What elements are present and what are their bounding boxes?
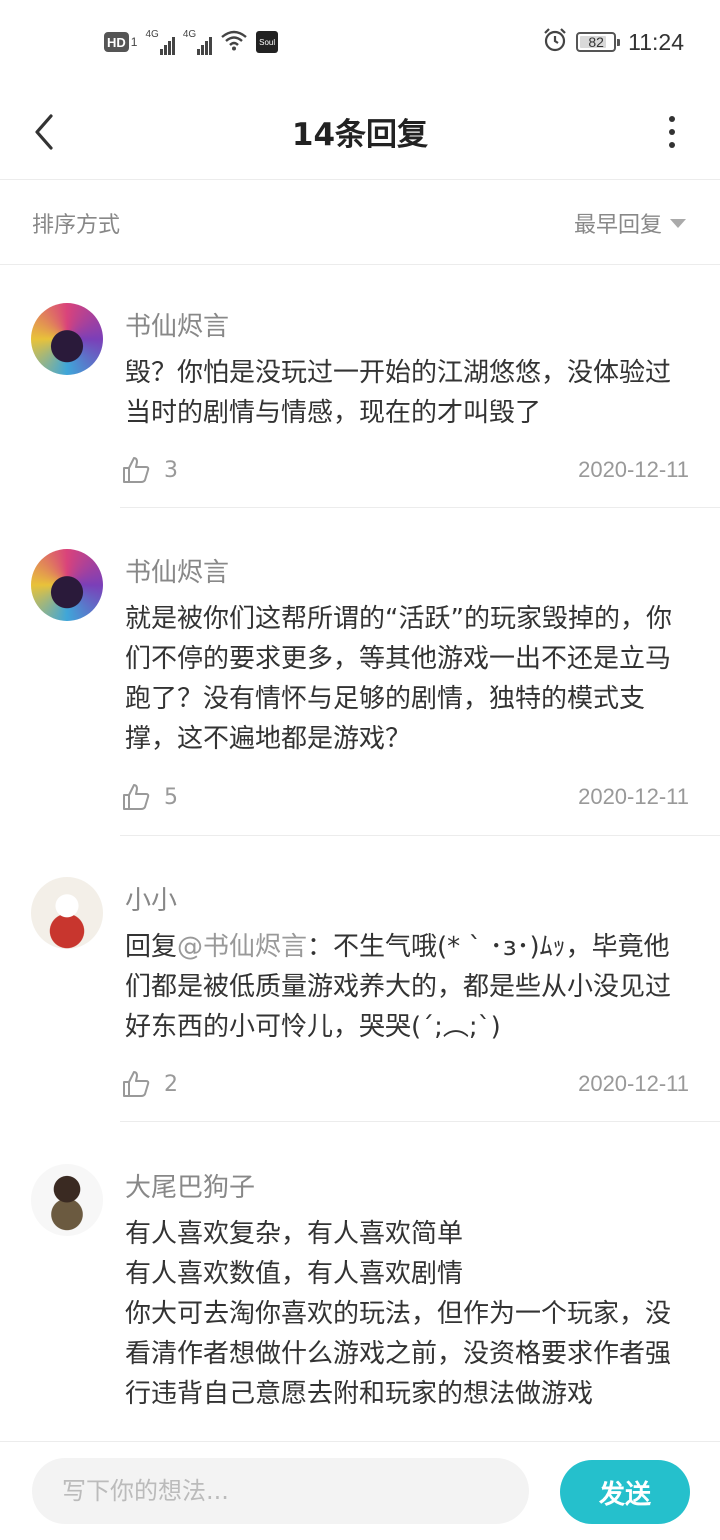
- divider: [120, 1121, 720, 1122]
- thumbs-up-icon: [123, 784, 150, 810]
- status-bar: HD 1 4G 4G Soul 82 11:24: [0, 0, 720, 84]
- page-title: 14条回复: [291, 117, 429, 153]
- like-button[interactable]: 5: [122, 783, 178, 811]
- sort-bar: 排序方式 最早回复: [0, 181, 720, 265]
- comment-date: 2020-12-11: [578, 457, 689, 482]
- replies-page: HD 1 4G 4G Soul 82 11:24 14条回复 排序方式 最早回复…: [0, 0, 720, 1540]
- hd-badge: HD: [104, 32, 129, 52]
- battery-level: 82: [588, 34, 604, 50]
- comment-body: 毁？你怕是没玩过一开始的江湖悠悠，没体验过当时的剧情与情感，现在的才叫毁了: [125, 358, 672, 428]
- comment-body: 就是被你们这帮所谓的“活跃”的玩家毁掉的，你们不停的要求更多，等其他游戏一出不还…: [125, 604, 672, 754]
- avatar[interactable]: [31, 1164, 103, 1236]
- reply-composer: 发送: [0, 1441, 720, 1540]
- comment-author[interactable]: 小小: [125, 880, 177, 917]
- comment-body-clip: 有人喜欢复杂，有人喜欢简单 有人喜欢数值，有人喜欢剧情 你大可去淘你喜欢的玩法，…: [125, 1214, 695, 1440]
- signal-icon: 4G: [145, 29, 175, 55]
- comment-date: 2020-12-11: [578, 784, 689, 809]
- battery-icon: 82: [576, 32, 621, 52]
- app-header: 14条回复: [0, 84, 720, 180]
- divider: [120, 507, 720, 508]
- thumbs-up-icon: [123, 457, 150, 483]
- sort-selected-value: 最早回复: [573, 212, 662, 238]
- comment-meta: 5 2020-12-11: [122, 779, 689, 815]
- mention-link[interactable]: @书仙烬言: [177, 932, 307, 962]
- signal-icon: 4G: [182, 29, 213, 55]
- like-count: 3: [164, 457, 178, 483]
- more-vertical-icon: [669, 116, 675, 122]
- like-count: 5: [164, 784, 178, 810]
- more-options-button[interactable]: [660, 108, 684, 156]
- status-right: 82 11:24: [542, 27, 684, 57]
- alarm-icon: [542, 27, 568, 57]
- sort-label: 排序方式: [32, 212, 121, 238]
- comment-author[interactable]: 书仙烬言: [125, 306, 229, 343]
- chevron-left-icon: [35, 114, 53, 150]
- comment-body-line: 你大可去淘你喜欢的玩法，但作为一个玩家，没看清作者想做什么游戏之前，没资格要求作…: [125, 1299, 672, 1409]
- comment-body: 回复@书仙烬言：不生气哦(* ` ･з･)ﾑｯ，毕竟他们都是被低质量游戏养大的，…: [125, 927, 691, 1047]
- avatar[interactable]: [31, 303, 103, 375]
- like-button[interactable]: 2: [122, 1070, 178, 1098]
- soul-app-icon: Soul: [256, 31, 279, 53]
- comment-body-line: 有人喜欢复杂，有人喜欢简单: [125, 1219, 464, 1249]
- comment-meta: 3 2020-12-11: [122, 452, 689, 488]
- comment-meta: 2 2020-12-11: [122, 1066, 689, 1102]
- like-button[interactable]: 3: [122, 456, 178, 484]
- like-count: 2: [164, 1071, 178, 1097]
- avatar[interactable]: [31, 877, 103, 949]
- comment-author[interactable]: 大尾巴狗子: [125, 1167, 255, 1204]
- wifi-icon: [220, 29, 248, 55]
- reply-input[interactable]: [32, 1458, 529, 1524]
- sort-dropdown[interactable]: 最早回复: [574, 207, 686, 239]
- comment-author[interactable]: 书仙烬言: [125, 552, 229, 589]
- comment-date: 2020-12-11: [578, 1071, 689, 1096]
- thumbs-up-icon: [123, 1071, 150, 1097]
- back-button[interactable]: [24, 106, 64, 158]
- comment-body-line: 有人喜欢数值，有人喜欢剧情: [125, 1259, 464, 1289]
- send-button[interactable]: 发送: [560, 1460, 690, 1524]
- caret-down-icon: [670, 219, 686, 228]
- divider: [120, 835, 720, 836]
- status-left: HD 1 4G 4G Soul: [104, 29, 279, 55]
- network-type-label: 4G: [182, 29, 197, 40]
- sim-indicator: 1: [130, 35, 138, 49]
- reply-prefix: 回复: [125, 932, 178, 962]
- clock-time: 11:24: [628, 28, 684, 55]
- network-type-label: 4G: [145, 29, 159, 40]
- avatar[interactable]: [31, 549, 103, 621]
